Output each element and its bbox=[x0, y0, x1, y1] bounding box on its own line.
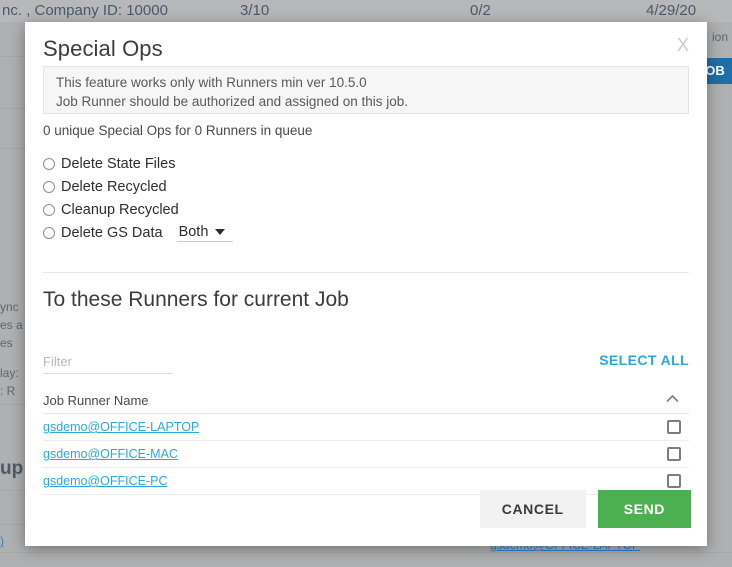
special-ops-options: Delete State Files Delete Recycled Clean… bbox=[43, 152, 443, 244]
background-divider bbox=[0, 490, 25, 491]
option-cleanup-recycled[interactable]: Cleanup Recycled bbox=[43, 198, 443, 221]
table-row[interactable]: gsdemo@OFFICE-LAPTOP bbox=[43, 414, 689, 441]
option-label: Delete State Files bbox=[61, 156, 175, 172]
option-delete-recycled[interactable]: Delete Recycled bbox=[43, 175, 443, 198]
row-checkbox[interactable] bbox=[667, 474, 681, 488]
cancel-button[interactable]: CANCEL bbox=[480, 490, 586, 528]
background-left-fragment: es bbox=[0, 336, 13, 350]
option-delete-state-files[interactable]: Delete State Files bbox=[43, 152, 443, 175]
option-label: Delete GS Data bbox=[61, 225, 163, 241]
background-left-link[interactable]: ) bbox=[0, 534, 4, 548]
background-left-fragment: : R bbox=[0, 384, 15, 398]
section-divider bbox=[43, 272, 689, 273]
table-row[interactable]: gsdemo@OFFICE-MAC bbox=[43, 441, 689, 468]
special-ops-dialog: Special Ops X This feature works only wi… bbox=[25, 22, 707, 546]
runner-name-link[interactable]: gsdemo@OFFICE-MAC bbox=[43, 447, 667, 461]
option-delete-gs-data[interactable]: Delete GS Data Both bbox=[43, 221, 443, 244]
background-column-c: 4/29/20 bbox=[646, 0, 696, 22]
radio-icon[interactable] bbox=[43, 158, 55, 170]
select-all-button[interactable]: SELECT ALL bbox=[599, 352, 689, 368]
background-divider bbox=[0, 524, 25, 525]
background-divider bbox=[0, 108, 25, 109]
runners-table: Job Runner Name gsdemo@OFFICE-LAPTOP gsd… bbox=[43, 387, 689, 495]
background-divider bbox=[0, 404, 25, 405]
background-divider bbox=[0, 56, 25, 57]
row-checkbox[interactable] bbox=[667, 447, 681, 461]
queue-summary: 0 unique Special Ops for 0 Runners in qu… bbox=[43, 123, 312, 138]
background-divider bbox=[0, 552, 732, 553]
column-header-job-runner-name: Job Runner Name bbox=[43, 393, 663, 408]
dialog-footer: CANCEL SEND bbox=[480, 490, 691, 528]
info-line-2: Job Runner should be authorized and assi… bbox=[56, 92, 676, 111]
chevron-down-icon bbox=[215, 229, 225, 235]
background-left-fragment: es a bbox=[0, 318, 23, 332]
info-banner: This feature works only with Runners min… bbox=[43, 66, 689, 114]
gs-data-select-value: Both bbox=[179, 224, 209, 240]
background-column-a: 3/10 bbox=[240, 0, 269, 22]
background-company-id: nc. , Company ID: 10000 bbox=[2, 0, 168, 22]
sort-ascending-icon[interactable] bbox=[663, 394, 681, 406]
background-column-b: 0/2 bbox=[470, 0, 491, 22]
radio-icon[interactable] bbox=[43, 204, 55, 216]
radio-icon[interactable] bbox=[43, 181, 55, 193]
info-line-1: This feature works only with Runners min… bbox=[56, 73, 676, 92]
filter-input[interactable] bbox=[43, 352, 173, 374]
option-label: Delete Recycled bbox=[61, 179, 167, 195]
background-right-fragment: ion bbox=[712, 30, 728, 44]
chevron-up-icon bbox=[666, 394, 679, 403]
runners-section-title: To these Runners for current Job bbox=[43, 288, 349, 312]
background-left-heading: up bbox=[0, 458, 23, 480]
row-checkbox[interactable] bbox=[667, 420, 681, 434]
send-button[interactable]: SEND bbox=[598, 490, 691, 528]
runner-name-link[interactable]: gsdemo@OFFICE-PC bbox=[43, 474, 667, 488]
table-header-row: Job Runner Name bbox=[43, 387, 689, 414]
runner-name-link[interactable]: gsdemo@OFFICE-LAPTOP bbox=[43, 420, 667, 434]
background-topbar: nc. , Company ID: 10000 3/10 0/2 4/29/20 bbox=[0, 0, 732, 22]
close-icon[interactable]: X bbox=[673, 35, 693, 55]
option-label: Cleanup Recycled bbox=[61, 202, 179, 218]
radio-icon[interactable] bbox=[43, 227, 55, 239]
background-left-fragment: ync bbox=[0, 300, 19, 314]
background-left-fragment: lay: bbox=[0, 366, 19, 380]
background-divider bbox=[0, 148, 25, 149]
gs-data-select[interactable]: Both bbox=[177, 224, 233, 242]
filter-field-wrapper bbox=[43, 352, 173, 374]
dialog-title: Special Ops bbox=[43, 36, 163, 62]
